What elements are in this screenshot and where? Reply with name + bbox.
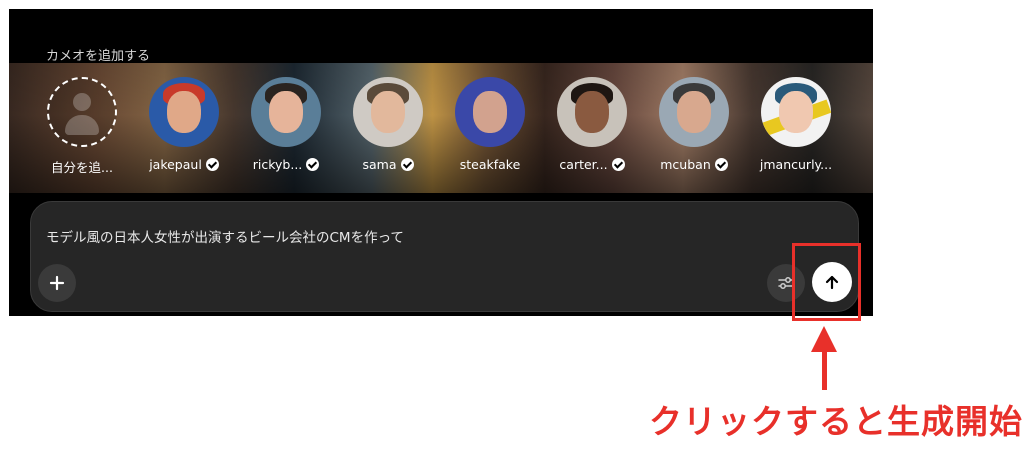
avatar [659,77,729,147]
cameo-strip: 自分を追... jakepaul rickyb... sama steakfak [9,63,873,193]
plus-icon [49,275,65,291]
cameo-item-sama[interactable]: sama [340,77,436,187]
avatar [557,77,627,147]
annotation-caption: クリックすると生成開始 [649,402,1023,441]
cameo-label: rickyb... [252,157,303,172]
cameo-label: carter... [559,157,608,172]
avatar [353,77,423,147]
send-button-highlight-box [792,243,861,321]
add-button[interactable] [38,264,76,302]
cameo-section-title: カメオを追加する [46,49,151,64]
cameo-label: mcuban [660,157,711,172]
cameo-item-rickyb[interactable]: rickyb... [238,77,334,187]
cameo-label: jakepaul [149,157,202,172]
app-panel: カメオを追加する 自分を追... jakepaul rickyb... sama [9,9,873,316]
avatar [251,77,321,147]
cameo-item-jmancurly[interactable]: jmancurly... [748,77,844,187]
verified-icon [306,158,320,171]
prompt-input[interactable]: モデル風の日本人女性が出演するビール会社のCMを作って [46,226,404,246]
cameo-label: jmancurly... [759,157,833,172]
verified-icon [714,158,728,171]
cameo-add-self[interactable]: 自分を追... [34,77,130,187]
annotation-arrow-head [811,326,837,352]
verified-icon [611,158,625,171]
cameo-label: sama [362,157,397,172]
cameo-item-mcuban[interactable]: mcuban [646,77,742,187]
annotation-arrow-stem [822,350,827,390]
cameo-label: 自分を追... [51,160,113,175]
verified-icon [205,158,219,171]
prompt-composer: モデル風の日本人女性が出演するビール会社のCMを作って [30,201,859,312]
add-self-avatar [47,77,117,147]
cameo-item-carter[interactable]: carter... [544,77,640,187]
avatar [149,77,219,147]
verified-icon [400,158,414,171]
cameo-item-jakepaul[interactable]: jakepaul [136,77,232,187]
cameo-label: steakfake [459,157,521,172]
avatar [455,77,525,147]
avatar [761,77,831,147]
cameo-item-steakfake[interactable]: steakfake [442,77,538,187]
